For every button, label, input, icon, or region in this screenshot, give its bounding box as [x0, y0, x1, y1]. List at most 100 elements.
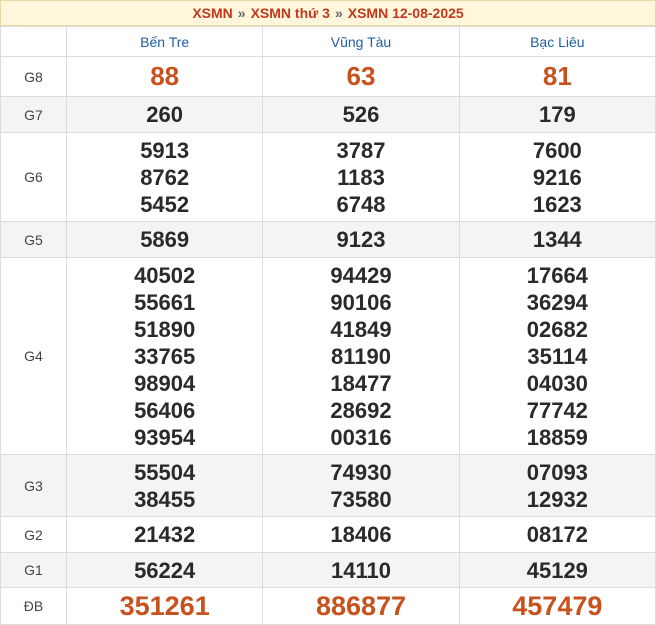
prize-number: 12932 — [526, 486, 588, 512]
breadcrumb: XSMN » XSMN thứ 3 » XSMN 12-08-2025 — [0, 0, 656, 26]
prize-cell: 94429 90106 41849 81190 18477 28692 00316 — [262, 257, 460, 455]
prize-row: ĐB 351261 886877 457479 — [0, 587, 656, 625]
prize-number: 81 — [542, 61, 572, 91]
prize-label: G7 — [0, 96, 67, 133]
prize-cell: 457479 — [458, 587, 656, 625]
prize-label: ĐB — [0, 587, 67, 625]
prize-cell: 08172 — [458, 516, 656, 553]
breadcrumb-separator: » — [334, 5, 343, 21]
prize-cell: 9123 — [262, 221, 460, 258]
prize-cell: 18406 — [262, 516, 460, 553]
prize-cell: 5869 — [65, 221, 264, 258]
province-header[interactable]: Bạc Liêu — [458, 26, 656, 57]
prize-number: 74930 — [330, 459, 392, 485]
prize-number: 9123 — [336, 227, 386, 252]
prize-number: 38455 — [134, 486, 196, 512]
prize-row: G5 5869 9123 1344 — [0, 221, 656, 258]
prize-number: 08172 — [526, 522, 588, 547]
prize-number: 56224 — [134, 557, 196, 583]
prize-number: 55661 — [134, 289, 196, 315]
prize-number: 45129 — [526, 557, 588, 583]
prize-number: 9216 — [532, 164, 582, 190]
prize-number: 04030 — [526, 370, 588, 396]
prize-cell: 17664 36294 02682 35114 04030 77742 18859 — [458, 257, 656, 455]
prize-number: 18406 — [330, 522, 392, 547]
prize-cell: 14110 — [262, 552, 460, 588]
prize-cell: 81 — [458, 56, 656, 97]
prize-number: 8762 — [140, 164, 190, 190]
prize-label: G8 — [0, 56, 67, 97]
prize-number: 02682 — [526, 316, 588, 342]
prize-cell: 63 — [262, 56, 460, 97]
prize-number: 35114 — [527, 343, 588, 369]
prize-number: 179 — [538, 102, 576, 127]
prize-number: 3787 — [336, 137, 386, 163]
province-header[interactable]: Vũng Tàu — [262, 26, 460, 57]
prize-cell: 526 — [262, 96, 460, 133]
prize-label: G2 — [0, 516, 67, 553]
prize-cell: 21432 — [65, 516, 264, 553]
prize-number: 98904 — [134, 370, 196, 396]
province-header-row: Bến Tre Vũng Tàu Bạc Liêu — [0, 26, 656, 57]
prize-number: 93954 — [134, 424, 196, 450]
breadcrumb-separator: » — [237, 5, 246, 21]
prize-number: 5913 — [140, 137, 190, 163]
prize-cell: 45129 — [458, 552, 656, 588]
prize-number: 88 — [150, 61, 180, 91]
prize-cell: 88 — [65, 56, 264, 97]
prize-number: 41849 — [330, 316, 392, 342]
prize-label: G5 — [0, 221, 67, 258]
prize-cell: 179 — [458, 96, 656, 133]
prize-row: G2 21432 18406 08172 — [0, 516, 656, 553]
prize-label: G3 — [0, 454, 67, 517]
prize-cell: 5913 8762 5452 — [65, 132, 264, 222]
prize-row: G8 88 63 81 — [0, 56, 656, 97]
prize-cell: 74930 73580 — [262, 454, 460, 517]
prize-number: 260 — [146, 102, 184, 127]
prize-number: 1623 — [532, 191, 582, 217]
prize-number: 33765 — [134, 343, 196, 369]
prize-cell: 351261 — [65, 587, 264, 625]
prize-number: 07093 — [526, 459, 588, 485]
prize-cell: 260 — [65, 96, 264, 133]
prize-number: 77742 — [526, 397, 588, 423]
prize-row: G3 55504 38455 74930 73580 07093 12932 — [0, 454, 656, 517]
prize-cell: 07093 12932 — [458, 454, 656, 517]
prize-cell: 55504 38455 — [65, 454, 264, 517]
prize-rows: G8 88 63 81 G7 260 526 179 G6 5913 8762 5452 3787 118… — [0, 56, 656, 625]
prize-number: 63 — [346, 61, 376, 91]
prize-number: 18477 — [330, 370, 392, 396]
prize-number: 5869 — [140, 227, 190, 252]
prize-number: 351261 — [119, 590, 210, 621]
corner-cell — [0, 26, 67, 57]
province-header[interactable]: Bến Tre — [65, 26, 264, 57]
prize-number: 17664 — [526, 262, 588, 288]
breadcrumb-xsmn[interactable]: XSMN — [192, 5, 232, 21]
prize-row: G4 40502 55661 51890 33765 98904 56406 93954 944… — [0, 257, 656, 455]
prize-cell: 40502 55661 51890 33765 98904 56406 93954 — [65, 257, 264, 455]
prize-number: 00316 — [330, 424, 392, 450]
prize-number: 81190 — [331, 343, 391, 369]
prize-number: 55504 — [134, 459, 196, 485]
prize-cell: 3787 1183 6748 — [262, 132, 460, 222]
prize-cell: 886877 — [262, 587, 460, 625]
prize-label: G1 — [0, 552, 67, 588]
prize-number: 73580 — [330, 486, 392, 512]
prize-number: 457479 — [512, 590, 603, 621]
prize-cell: 7600 9216 1623 — [458, 132, 656, 222]
prize-number: 1183 — [337, 164, 385, 190]
prize-number: 36294 — [526, 289, 588, 315]
prize-number: 14110 — [331, 557, 391, 583]
prize-label: G4 — [0, 257, 67, 455]
breadcrumb-xsmn-thu-3[interactable]: XSMN thứ 3 — [251, 5, 330, 21]
prize-number: 1344 — [532, 227, 582, 252]
prize-row: G6 5913 8762 5452 3787 1183 6748 7600 9216 1623 — [0, 132, 656, 222]
prize-row: G1 56224 14110 45129 — [0, 552, 656, 588]
results-table: Bến Tre Vũng Tàu Bạc Liêu G8 88 63 81 G7 260 5… — [0, 26, 656, 625]
prize-row: G7 260 526 179 — [0, 96, 656, 133]
prize-number: 56406 — [134, 397, 196, 423]
breadcrumb-xsmn-date[interactable]: XSMN 12-08-2025 — [348, 5, 464, 21]
prize-cell: 56224 — [65, 552, 264, 588]
prize-number: 7600 — [532, 137, 582, 163]
prize-number: 51890 — [134, 316, 196, 342]
